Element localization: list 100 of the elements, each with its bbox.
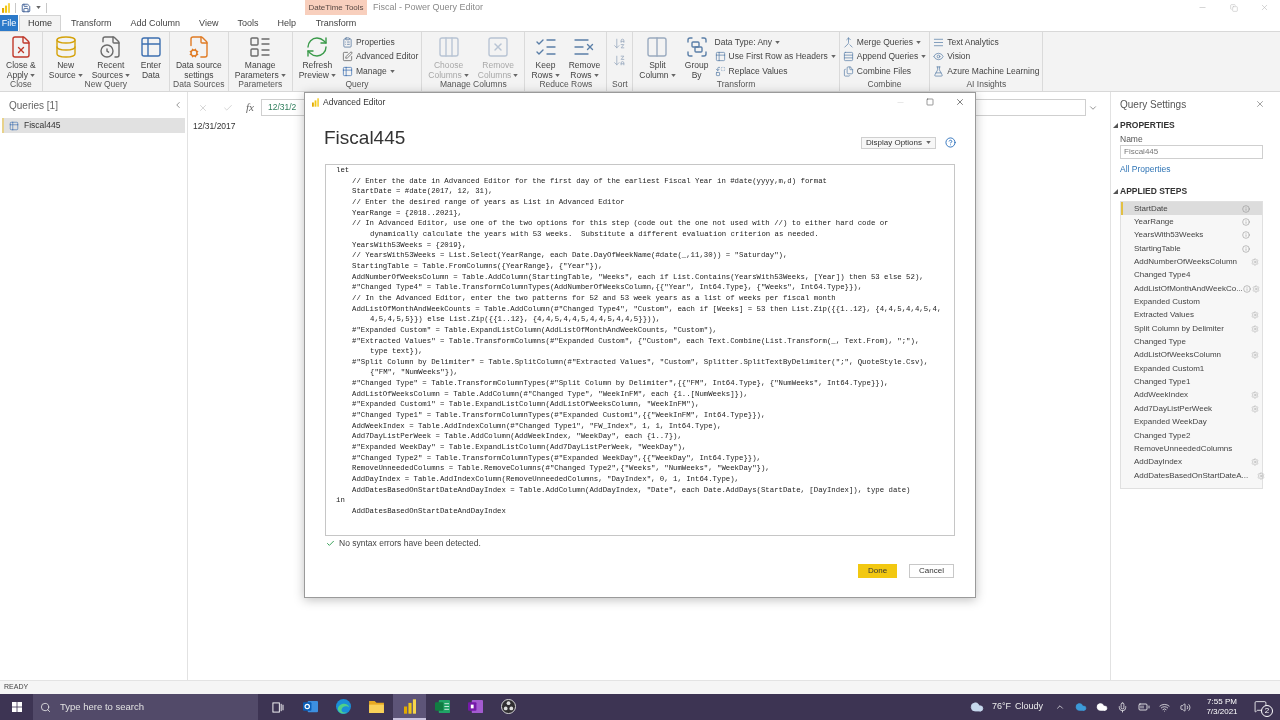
ribbon-button[interactable]: Recent Sources <box>88 34 133 81</box>
ribbon-tab[interactable]: Add Column <box>121 15 190 31</box>
ribbon-button[interactable]: Split Column <box>636 34 679 81</box>
info-icon[interactable] <box>1242 218 1250 226</box>
applied-step[interactable]: Expanded WeekDay <box>1121 415 1262 429</box>
info-icon[interactable] <box>1242 231 1250 240</box>
ribbon-button[interactable]: Properties <box>341 35 395 50</box>
code-editor[interactable] <box>325 164 955 536</box>
battery-icon[interactable] <box>1137 701 1150 713</box>
settings-icon[interactable] <box>1251 458 1259 467</box>
display-options-dropdown[interactable]: Display Options <box>860 136 936 149</box>
ribbon-tab[interactable]: View <box>190 15 228 31</box>
sort-ascending-icon[interactable] <box>613 37 627 50</box>
applied-step[interactable]: Changed Type4 <box>1121 268 1262 283</box>
help-icon[interactable] <box>945 137 956 148</box>
bars-logo-icon <box>2 2 10 13</box>
ribbon-button[interactable]: Manage Parameters <box>231 34 289 81</box>
ribbon-tab[interactable]: Help <box>268 15 305 31</box>
ribbon-button[interactable]: Remove Rows <box>565 34 604 81</box>
maximize-icon[interactable] <box>926 98 934 106</box>
applied-step[interactable]: StartingTable <box>1121 242 1262 256</box>
applied-step[interactable]: YearRange <box>1121 215 1262 229</box>
dialog-button[interactable]: Done <box>857 564 898 578</box>
settings-icon[interactable] <box>1251 258 1259 267</box>
ribbon-button[interactable]: Append Queries <box>842 49 927 64</box>
applied-step[interactable]: AddListOfWeeksColumn <box>1121 348 1262 363</box>
ribbon-button[interactable]: Enter Data <box>135 34 166 81</box>
applied-step[interactable]: AddDatesBasedOnStartDateA... <box>1121 468 1262 483</box>
ribbon-button[interactable]: Merge Queries <box>842 35 921 50</box>
ribbon-button[interactable]: Azure Machine Learning <box>933 64 1040 79</box>
ribbon-button[interactable]: Replace Values <box>714 64 788 79</box>
applied-step[interactable]: Changed Type <box>1121 335 1262 349</box>
applied-step[interactable]: Expanded Custom <box>1121 295 1262 309</box>
speaker-icon[interactable] <box>1180 701 1191 713</box>
applied-step[interactable]: AddWeekIndex <box>1121 388 1262 403</box>
wifi-icon[interactable] <box>1159 701 1170 713</box>
ribbon-tab[interactable]: Tools <box>228 15 268 31</box>
settings-icon[interactable] <box>1251 324 1259 333</box>
cloud-icon[interactable] <box>1095 701 1108 713</box>
settings-icon[interactable] <box>1251 311 1259 320</box>
ribbon-tab[interactable]: Home <box>18 15 61 31</box>
applied-step[interactable]: Expanded Custom1 <box>1121 362 1262 376</box>
sort-descending-icon[interactable] <box>613 54 627 67</box>
applied-step[interactable]: Changed Type2 <box>1121 428 1262 443</box>
ribbon-button[interactable]: Data source settings <box>172 34 225 81</box>
applied-step[interactable]: AddNumberOfWeeksColumn <box>1121 255 1262 269</box>
ribbon-tab[interactable]: Transform <box>61 15 121 31</box>
ribbon-button[interactable]: New Source <box>45 34 86 81</box>
all-properties-link[interactable]: All Properties <box>1120 163 1171 175</box>
query-item[interactable]: Fiscal445 <box>2 118 185 133</box>
ribbon-button[interactable]: Group By <box>681 34 712 81</box>
settings-icon[interactable] <box>1251 351 1259 360</box>
ribbon-button[interactable]: Combine Files <box>842 64 912 79</box>
microphone-icon[interactable] <box>1117 701 1128 713</box>
check-icon[interactable] <box>223 102 233 113</box>
applied-step[interactable]: AddListOfMonthAndWeekCo... <box>1121 282 1262 296</box>
ribbon-button[interactable]: Data Type: Any <box>714 35 781 50</box>
clock-date[interactable]: 7/3/2021 <box>1206 707 1238 717</box>
task-view-icon[interactable] <box>270 701 284 713</box>
clock-time[interactable]: 7:55 PM <box>1207 697 1237 707</box>
name-field[interactable]: Fiscal445 <box>1120 145 1263 159</box>
ribbon-tab[interactable]: File <box>0 15 18 31</box>
ribbon-button[interactable]: Refresh Preview <box>295 34 339 81</box>
restore-icon[interactable] <box>1229 3 1238 12</box>
ribbon-button[interactable]: Advanced Editor <box>341 49 419 64</box>
settings-icon[interactable] <box>1251 284 1260 293</box>
applied-step[interactable]: StartDate <box>1121 202 1262 216</box>
four-squares-icon[interactable] <box>11 702 22 712</box>
settings-icon[interactable] <box>1257 471 1266 480</box>
applied-step[interactable]: Extracted Values <box>1121 308 1262 323</box>
chevron-left-icon[interactable] <box>173 100 183 110</box>
triangle-icon[interactable] <box>1113 188 1118 194</box>
applied-step[interactable]: AddDayIndex <box>1121 455 1262 469</box>
close-icon[interactable] <box>1255 99 1265 109</box>
applied-step[interactable]: RemoveUnneededColumns <box>1121 442 1262 456</box>
ribbon-button[interactable]: Keep Rows <box>528 34 563 81</box>
chevron-up-icon[interactable] <box>1055 702 1065 712</box>
applied-step[interactable]: Split Column by Delimiter <box>1121 322 1262 336</box>
ribbon-button[interactable]: Manage <box>341 64 395 79</box>
cloud-icon[interactable] <box>969 700 984 714</box>
ribbon-button[interactable]: Vision <box>933 49 971 64</box>
taskbar-app-button[interactable] <box>393 694 426 720</box>
save-icon[interactable] <box>21 2 31 13</box>
info-icon[interactable] <box>1242 284 1251 293</box>
ribbon-button[interactable]: Use First Row as Headers <box>714 49 836 64</box>
ribbon-button[interactable]: Text Analytics <box>933 35 999 50</box>
info-icon[interactable] <box>1242 244 1250 253</box>
search-field[interactable]: Type here to search <box>33 694 258 720</box>
ribbon-button[interactable]: Close & Apply <box>3 34 39 81</box>
settings-icon[interactable] <box>1251 404 1259 413</box>
fx-label[interactable]: fx <box>246 99 254 116</box>
close-icon[interactable] <box>955 97 965 107</box>
applied-step[interactable]: Add7DayListPerWeek <box>1121 402 1262 416</box>
x-icon[interactable] <box>198 102 208 113</box>
triangle-icon[interactable] <box>1113 122 1118 128</box>
dialog-button[interactable]: Cancel <box>909 564 954 578</box>
applied-step[interactable]: Changed Type1 <box>1121 375 1262 389</box>
applied-step[interactable]: YearsWith53Weeks <box>1121 228 1262 243</box>
info-icon[interactable] <box>1242 204 1250 213</box>
settings-icon[interactable] <box>1251 391 1259 400</box>
